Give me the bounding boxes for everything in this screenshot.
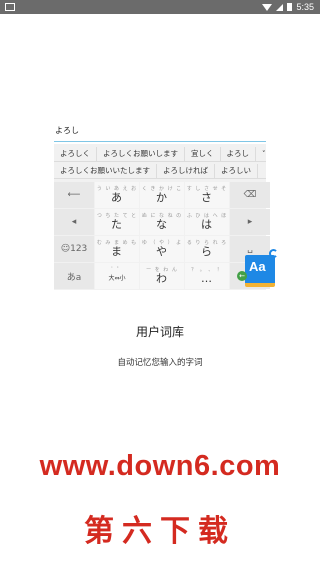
candidate-row-2: よろしくお願いいたします よろしければ よろしい (54, 164, 266, 179)
keyboard-illustration: よろし よろしく よろしくお願いします 宜しく よろし ˅ よろしくお願いいたし… (54, 124, 270, 290)
key-dakuten: ゛゜ 大⇔小 (95, 263, 139, 289)
feature-description: 自动记忆您输入的字词 (117, 358, 203, 368)
watermark-name: 第六下载 (84, 514, 236, 549)
key-ra: る り ら れ ろら (185, 236, 229, 262)
key-ha: ふ ひ は へ ほは (185, 209, 229, 235)
status-icons: 5:35 (262, 1, 314, 13)
status-bar: 5:35 (0, 0, 320, 14)
battery-icon (287, 3, 293, 11)
candidate: よろしければ (157, 164, 215, 178)
cursor-right-icon: ▸ (230, 209, 270, 235)
key-sa: す し さ せ そさ (185, 182, 229, 208)
watermark-url: www.down6.com (39, 450, 281, 482)
abc-key: あa (54, 263, 94, 289)
dictionary-book-icon: Aa ← (237, 249, 278, 289)
key-ta: つ ち た て とた (95, 209, 139, 235)
candidate: よろしくお願いします (97, 147, 185, 161)
composition-input: よろし (54, 124, 266, 142)
badge-text: Aa (249, 259, 266, 274)
key-a: う い あ え おあ (95, 182, 139, 208)
kana-keypad: ⟵ う い あ え おあ く き か け こか す し さ せ そさ ⌫ ◂ つ… (54, 182, 270, 289)
candidate: よろしく (54, 147, 97, 161)
candidate: よろしくお願いいたします (54, 164, 157, 178)
candidate: 宜しく (185, 147, 221, 161)
keyboard-area: よろしく よろしくお願いします 宜しく よろし ˅ よろしくお願いいたします よ… (54, 144, 270, 290)
back-arrow-icon: ⟵ (54, 182, 94, 208)
key-ma: む み ま め もま (95, 236, 139, 262)
app-notification-icon (5, 3, 15, 11)
status-time: 5:35 (296, 2, 314, 12)
key-ka: く き か け こか (140, 182, 184, 208)
key-na: ぬ に な ね のな (140, 209, 184, 235)
symbols-key: ☺123 (54, 236, 94, 262)
key-ya: ゆ （ や ） よや (140, 236, 184, 262)
chevron-down-icon: ˅ (262, 150, 266, 158)
delete-icon: ⌫ (230, 182, 270, 208)
key-wa: ー を わ んわ (140, 263, 184, 289)
key-punct: ？ 。 、 ！… (185, 263, 229, 289)
sync-icon (269, 249, 278, 258)
cursor-left-icon: ◂ (54, 209, 94, 235)
candidate: よろし (221, 147, 256, 161)
signal-icon (276, 3, 284, 11)
feature-title: 用户词库 (135, 325, 184, 339)
candidate-row-1: よろしく よろしくお願いします 宜しく よろし ˅ (54, 147, 266, 162)
wifi-icon (262, 3, 273, 11)
candidate: よろしい (215, 164, 258, 178)
arrow-left-icon: ← (237, 271, 247, 281)
